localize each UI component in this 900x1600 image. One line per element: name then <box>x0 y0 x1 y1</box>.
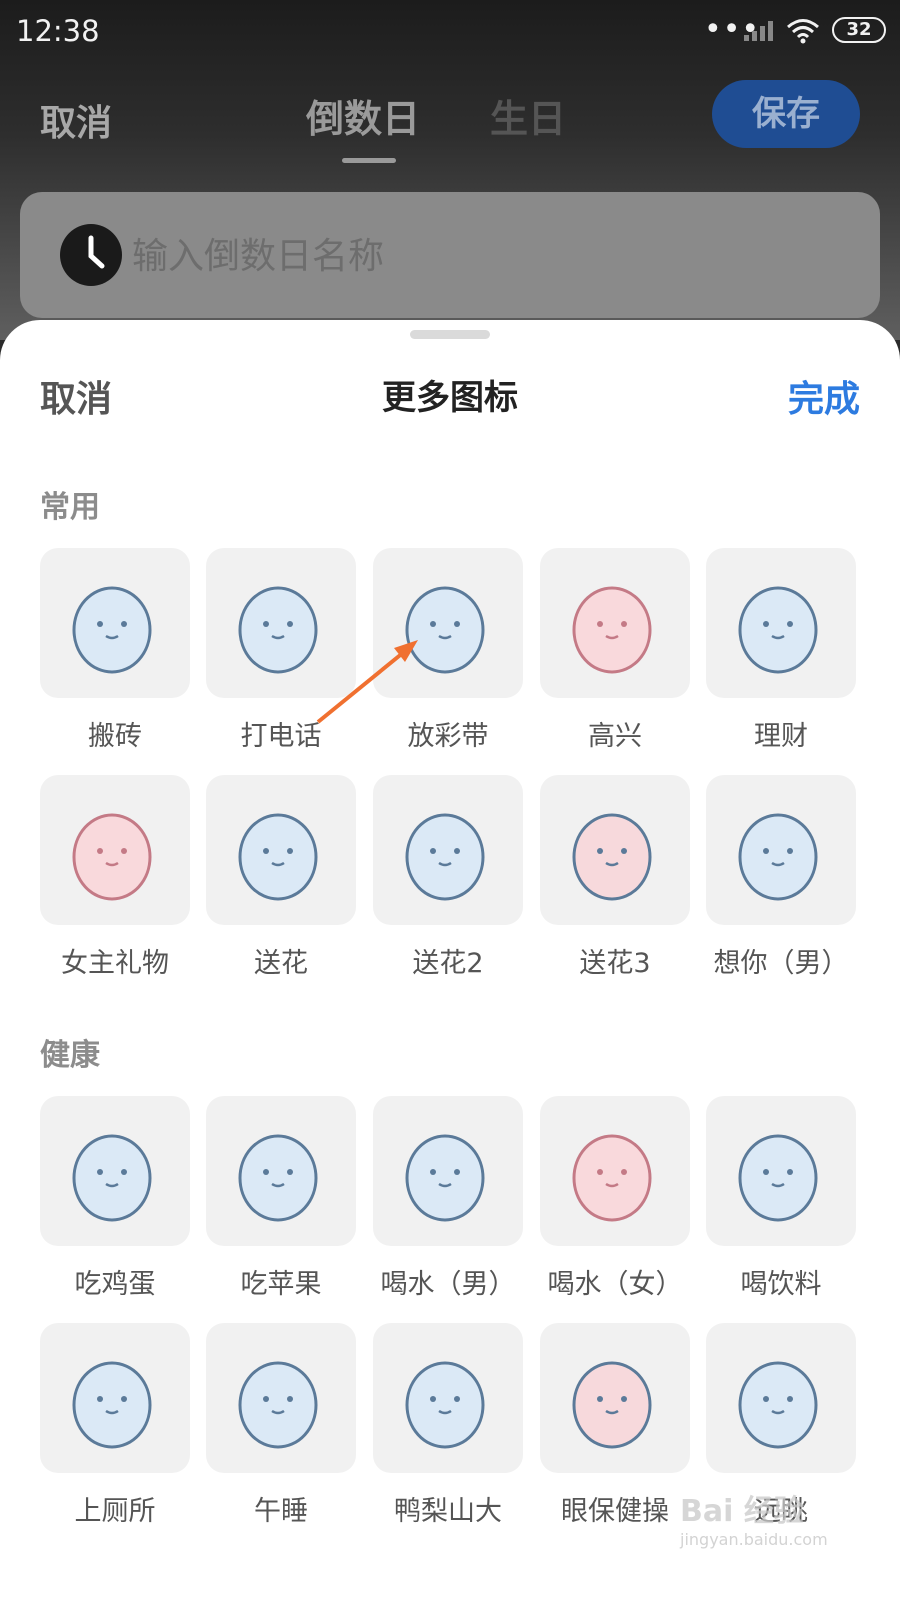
icon-option-label: 女主礼物 <box>61 948 169 979</box>
icon-option[interactable]: 吃苹果 <box>206 1096 356 1301</box>
battery-indicator: 32 <box>832 17 886 43</box>
character-icon <box>206 1096 356 1246</box>
icon-option[interactable]: 喝水（女） <box>540 1096 690 1301</box>
top-nav-bar: 取消 倒数日 生日 保存 <box>0 70 900 170</box>
character-icon <box>373 548 523 698</box>
icon-option-label: 搬砖 <box>88 721 142 752</box>
icon-option-label: 送花2 <box>412 948 484 979</box>
icon-option-label: 吃苹果 <box>240 1269 322 1300</box>
icon-option-label: 眼保健操 <box>561 1496 669 1527</box>
save-button[interactable]: 保存 <box>712 80 860 148</box>
signal-icon <box>744 21 773 41</box>
icon-option[interactable]: 送花 <box>206 775 356 980</box>
icon-option[interactable]: 打电话 <box>206 548 356 753</box>
icon-option[interactable]: 放彩带 <box>373 548 523 753</box>
icon-picker-sheet: 取消 更多图标 完成 常用 健康 搬砖 打电话 放彩带 高兴 理财 女主礼物 送花 送花2 送花… <box>0 320 900 1600</box>
character-icon <box>540 775 690 925</box>
character-icon <box>373 1096 523 1246</box>
character-icon <box>373 1323 523 1473</box>
icon-option-label: 鸭梨山大 <box>394 1496 502 1527</box>
watermark-url: jingyan.baidu.com <box>680 1530 828 1549</box>
section-title-common: 常用 <box>40 490 100 525</box>
icon-option-label: 理财 <box>754 721 808 752</box>
icon-option[interactable]: 送花3 <box>540 775 690 980</box>
countdown-name-input[interactable] <box>132 226 732 286</box>
character-icon <box>706 1323 856 1473</box>
icon-option-label: 喝饮料 <box>740 1269 822 1300</box>
character-icon <box>40 1323 190 1473</box>
icon-option-label: 喝水（女） <box>547 1269 683 1300</box>
icon-option[interactable]: 上厕所 <box>40 1323 190 1528</box>
character-icon <box>40 1096 190 1246</box>
icon-option[interactable]: 喝水（男） <box>373 1096 523 1301</box>
sheet-title: 更多图标 <box>382 378 518 418</box>
icon-option-label: 上厕所 <box>74 1496 156 1527</box>
clock-icon[interactable] <box>60 224 122 286</box>
watermark: Bai 经验 jingyan.baidu.com <box>680 1486 828 1549</box>
icon-option[interactable]: 理财 <box>706 548 856 753</box>
icon-option[interactable]: 鸭梨山大 <box>373 1323 523 1528</box>
drag-handle[interactable] <box>410 330 490 339</box>
section-title-health: 健康 <box>40 1038 100 1073</box>
icon-option-label: 吃鸡蛋 <box>74 1269 156 1300</box>
icon-option-label: 喝水（男） <box>380 1269 516 1300</box>
done-button[interactable]: 完成 <box>788 370 860 422</box>
icon-option-label: 送花3 <box>579 948 651 979</box>
tab-indicator <box>342 158 396 163</box>
icon-option[interactable]: 眼保健操 <box>540 1323 690 1528</box>
icon-option-label: 高兴 <box>588 721 642 752</box>
icon-option[interactable]: 搬砖 <box>40 548 190 753</box>
icon-option-label: 放彩带 <box>407 721 489 752</box>
icon-option[interactable]: 喝饮料 <box>706 1096 856 1301</box>
top-cancel-button[interactable]: 取消 <box>40 94 112 146</box>
icon-option[interactable]: 女主礼物 <box>40 775 190 980</box>
character-icon <box>540 1323 690 1473</box>
character-icon <box>40 548 190 698</box>
icon-option-label: 午睡 <box>254 1496 308 1527</box>
watermark-brand: Bai 经验 <box>680 1494 804 1529</box>
character-icon <box>540 1096 690 1246</box>
character-icon <box>706 775 856 925</box>
character-icon <box>206 548 356 698</box>
character-icon <box>540 548 690 698</box>
tab-countdown[interactable]: 倒数日 <box>306 88 420 143</box>
icon-option[interactable]: 想你（男） <box>706 775 856 980</box>
icon-option-label: 送花 <box>254 948 308 979</box>
icon-option[interactable]: 午睡 <box>206 1323 356 1528</box>
character-icon <box>206 775 356 925</box>
icon-option-label: 想你（男） <box>713 948 849 979</box>
character-icon <box>706 1096 856 1246</box>
character-icon <box>40 775 190 925</box>
character-icon <box>706 548 856 698</box>
character-icon <box>206 1323 356 1473</box>
icon-option[interactable]: 高兴 <box>540 548 690 753</box>
icon-option-label: 打电话 <box>240 721 322 752</box>
tab-birthday[interactable]: 生日 <box>490 88 566 143</box>
icon-option[interactable]: 送花2 <box>373 775 523 980</box>
status-bar: 12:38 ••• 32 <box>0 0 900 62</box>
icon-option[interactable]: 吃鸡蛋 <box>40 1096 190 1301</box>
wifi-icon <box>787 19 819 44</box>
status-time: 12:38 <box>16 14 100 48</box>
dimmed-backdrop: 12:38 ••• 32 取消 倒数日 生日 保存 <box>0 0 900 340</box>
name-input-card <box>20 192 880 318</box>
character-icon <box>373 775 523 925</box>
